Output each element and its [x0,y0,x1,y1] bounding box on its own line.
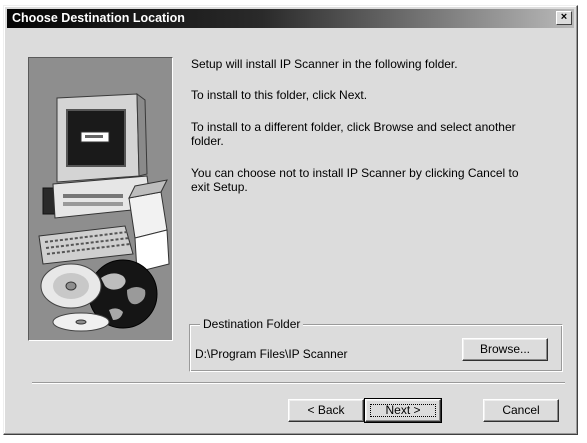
setup-dialog: Choose Destination Location × Setup will… [3,5,578,435]
cancel-button[interactable]: Cancel [483,399,559,422]
destination-path: D:\Program Files\IP Scanner [195,347,348,361]
software-box-icon [128,179,170,273]
close-button[interactable]: × [556,11,572,25]
title-bar[interactable]: Choose Destination Location × [7,9,574,28]
setup-artwork [28,57,173,341]
next-button[interactable]: Next > [364,398,442,423]
browse-instruction-text: To install to a different folder, click … [191,120,516,134]
back-button[interactable]: < Back [288,399,364,422]
computer-illustration [38,92,170,332]
intro-text: Setup will install IP Scanner in the fol… [191,57,458,71]
next-button-label: Next > [385,403,421,417]
browse-button-label: Browse... [479,342,530,356]
next-instruction-text: To install to this folder, click Next. [191,88,368,102]
browse-button[interactable]: Browse... [462,338,548,361]
keyboard-icon [38,225,134,265]
destination-folder-group: Destination Folder D:\Program Files\IP S… [189,317,563,372]
window-title: Choose Destination Location [12,11,185,25]
back-button-label: < Back [307,403,345,417]
cancel-instruction-text: You can choose not to install IP Scanner… [191,166,519,180]
destination-folder-label: Destination Folder [200,317,304,331]
separator [32,382,565,384]
browse-instruction-text-cont: folder. [191,134,224,148]
monitor-icon [56,92,148,183]
cancel-instruction-text-cont: exit Setup. [191,180,248,194]
cancel-button-label: Cancel [502,403,540,417]
